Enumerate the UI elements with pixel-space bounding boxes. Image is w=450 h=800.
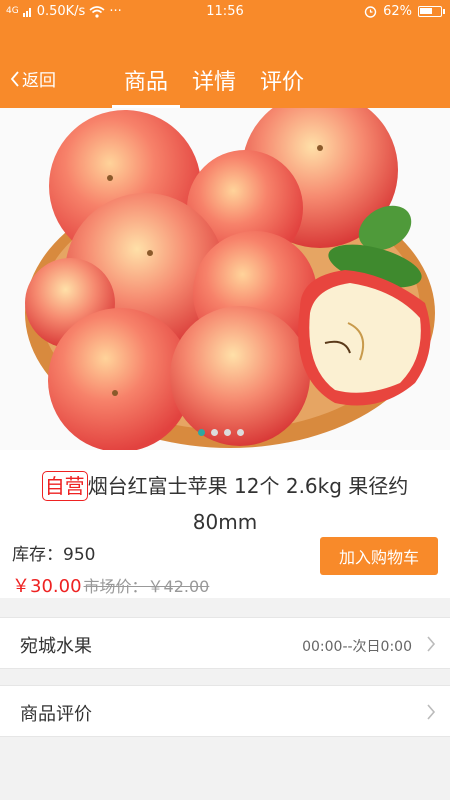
carousel-dot[interactable] <box>198 429 205 436</box>
tab-reviews[interactable]: 评价 <box>248 64 316 108</box>
status-bar: 4G 0.50K/s ··· 11:56 62% <box>0 0 450 26</box>
reviews-label: 商品评价 <box>20 704 92 725</box>
shop-row[interactable]: 宛城水果 00:00--次日0:00 <box>0 617 450 669</box>
market-price: 市场价：￥42.00 <box>83 577 210 596</box>
carousel-dot[interactable] <box>237 429 244 436</box>
price-line: ￥30.00 市场价：￥42.00 <box>12 572 209 598</box>
status-right: 62% <box>364 4 445 19</box>
chevron-right-icon <box>427 704 436 720</box>
reviews-row[interactable]: 商品评价 <box>0 685 450 737</box>
self-operated-badge: 自营 <box>41 471 88 501</box>
back-button[interactable]: 返回 <box>10 66 56 91</box>
chevron-right-icon <box>427 636 436 652</box>
shop-name: 宛城水果 <box>20 636 92 657</box>
battery-percent: 62% <box>383 4 412 19</box>
product-image-carousel[interactable] <box>0 108 450 450</box>
alarm-icon <box>364 6 377 18</box>
carousel-dot[interactable] <box>211 429 218 436</box>
product-title: 自营 烟台红富士苹果 12个 2.6kg 果径约80mm <box>20 468 430 540</box>
chevron-left-icon <box>10 70 19 87</box>
battery-icon <box>418 6 445 17</box>
tab-product[interactable]: 商品 <box>112 64 181 108</box>
price: ￥30.00 <box>12 576 82 597</box>
header-bar: 4G 0.50K/s ··· 11:56 62% 返回 商品 详情 评价 <box>0 0 450 108</box>
back-label: 返回 <box>22 71 56 91</box>
carousel-dots <box>198 429 244 436</box>
battery-fill <box>420 8 432 14</box>
carousel-dot[interactable] <box>224 429 231 436</box>
tab-bar: 商品 详情 评价 <box>112 64 316 108</box>
apple-basket-image <box>0 108 450 450</box>
stock-label: 库存：950 <box>12 545 96 565</box>
product-title-text: 烟台红富士苹果 12个 2.6kg 果径约80mm <box>87 474 409 534</box>
product-info: 自营 烟台红富士苹果 12个 2.6kg 果径约80mm 库存：950 ￥30.0… <box>0 450 450 598</box>
tab-details[interactable]: 详情 <box>180 64 248 108</box>
shop-hours: 00:00--次日0:00 <box>302 639 412 655</box>
add-to-cart-button[interactable]: 加入购物车 <box>320 537 438 575</box>
